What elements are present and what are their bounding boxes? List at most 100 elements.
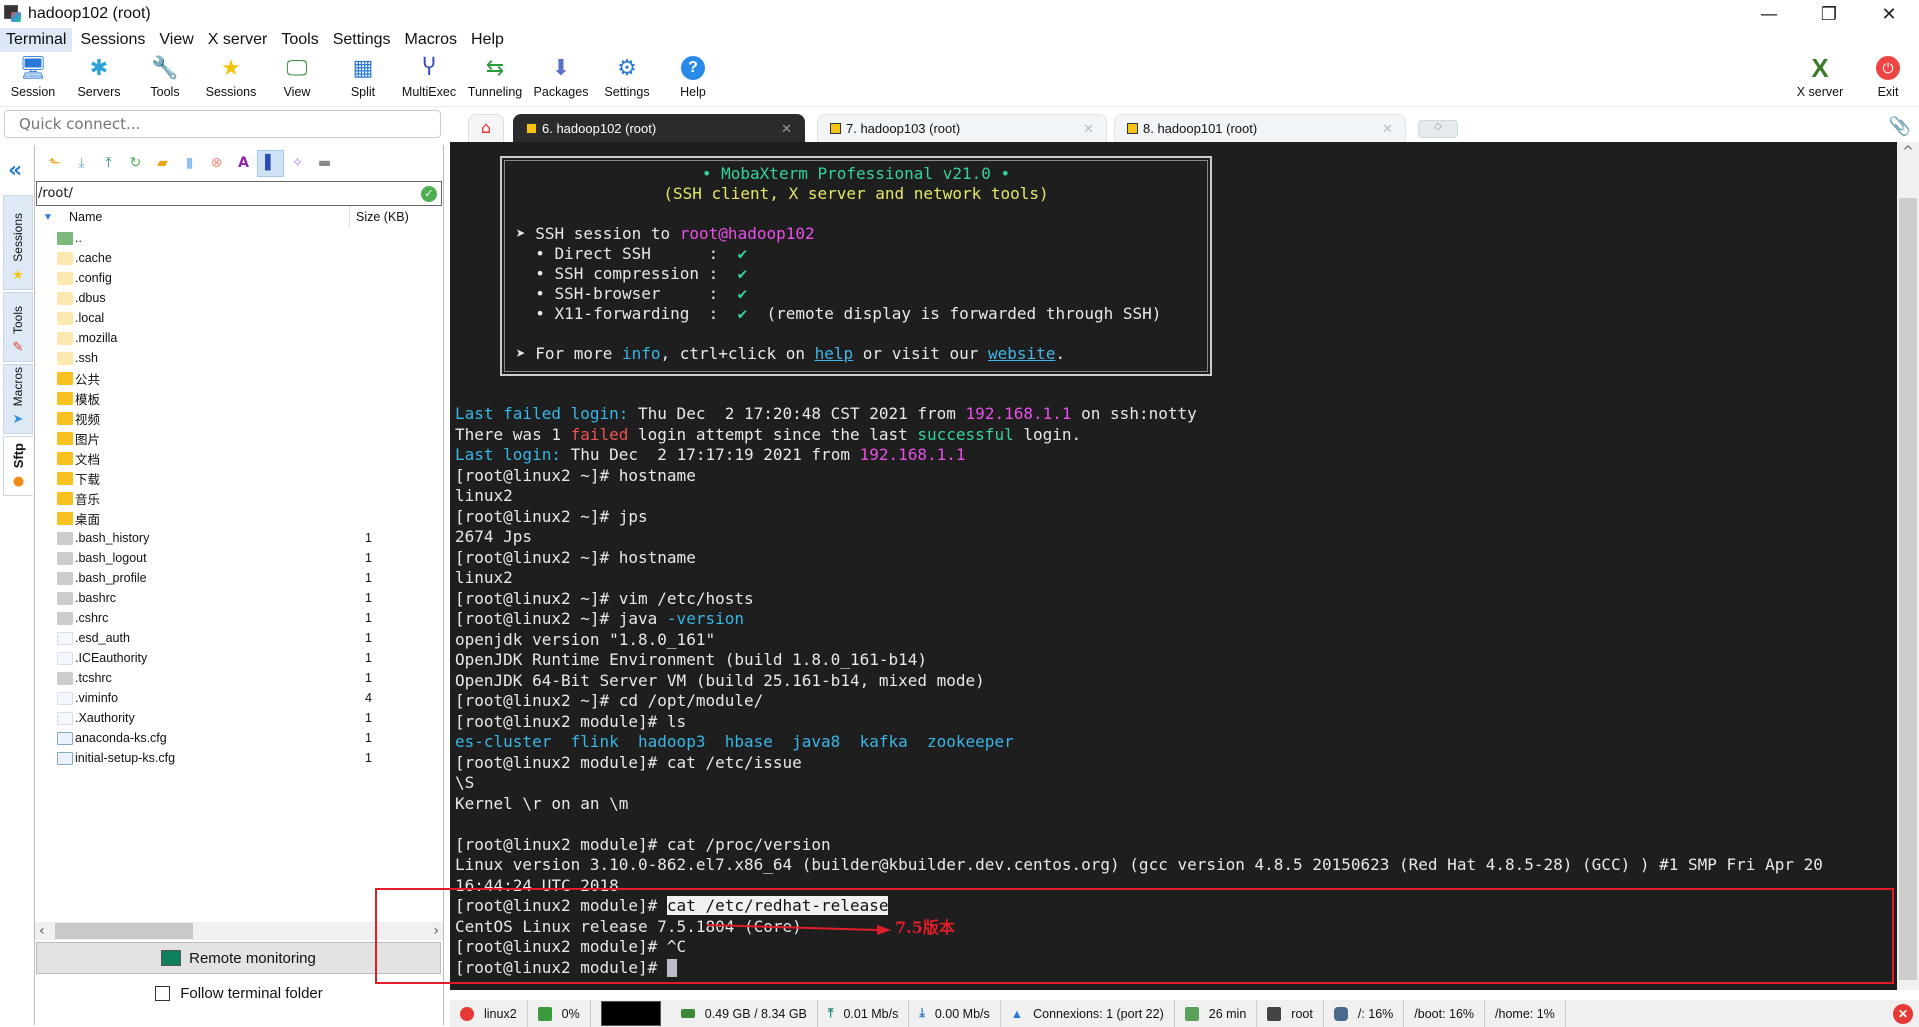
tab-hadoop101[interactable]: 8. hadoop101 (root) ✕	[1114, 114, 1406, 142]
file-row[interactable]: .dbus	[35, 288, 443, 308]
minimize-button[interactable]: —	[1739, 0, 1799, 28]
close-button[interactable]: ✕	[1859, 0, 1919, 28]
file-row[interactable]: .bash_logout 1	[35, 548, 443, 568]
file-row[interactable]: .mozilla	[35, 328, 443, 348]
column-size[interactable]: Size (KB)	[349, 206, 409, 228]
terminal-scrollbar[interactable]: ^	[1897, 142, 1919, 990]
file-row[interactable]: .local	[35, 308, 443, 328]
delete-icon[interactable]: ⊗	[203, 150, 230, 177]
sort-arrow-icon[interactable]: ▼	[43, 212, 55, 223]
help-button[interactable]: ? Help	[660, 53, 726, 106]
tab-close-icon[interactable]: ✕	[1083, 121, 1094, 137]
file-row[interactable]: 音乐	[35, 488, 443, 508]
column-name[interactable]: Name	[69, 210, 349, 224]
menu-view[interactable]: View	[153, 28, 199, 52]
menu-macros[interactable]: Macros	[399, 28, 463, 52]
sftp-path-field[interactable]: /root/✓	[36, 181, 442, 206]
file-row[interactable]: .viminfo 4	[35, 688, 443, 708]
file-row[interactable]: .tcshrc 1	[35, 668, 443, 688]
file-row[interactable]: .ssh	[35, 348, 443, 368]
refresh-icon[interactable]: ↻	[122, 150, 149, 177]
file-row[interactable]: .bash_history 1	[35, 528, 443, 548]
tools-button[interactable]: 🔧 Tools	[132, 53, 198, 106]
menu-help[interactable]: Help	[465, 28, 510, 52]
session-button[interactable]: 🖥 Session	[0, 53, 66, 106]
file-row[interactable]: 公共	[35, 368, 443, 388]
help-link[interactable]: help	[815, 344, 854, 363]
download-icon[interactable]: ⤓	[68, 150, 95, 177]
scroll-left-icon[interactable]: ‹	[39, 923, 45, 939]
file-row[interactable]: 文档	[35, 448, 443, 468]
side-tab-macros[interactable]: Macros ➤	[3, 364, 33, 434]
home-tab-icon[interactable]: ⌂	[468, 114, 504, 142]
file-row[interactable]: .cshrc 1	[35, 608, 443, 628]
scroll-right-icon[interactable]: ›	[433, 923, 439, 939]
tab-hadoop103[interactable]: 7. hadoop103 (root) ✕	[817, 114, 1107, 142]
website-link[interactable]: website	[988, 344, 1055, 363]
paperclip-icon[interactable]: 📎	[1889, 116, 1911, 137]
file-icon	[57, 571, 73, 585]
restore-button[interactable]: ❐	[1799, 0, 1859, 28]
horizontal-scrollbar[interactable]: ‹ ›	[35, 922, 443, 940]
magic-wand-icon[interactable]: ✧	[284, 150, 311, 177]
menu-sessions[interactable]: Sessions	[74, 28, 151, 52]
menu-tools[interactable]: Tools	[275, 28, 324, 52]
file-row[interactable]: ..	[35, 228, 443, 248]
menu-settings[interactable]: Settings	[327, 28, 397, 52]
quick-connect-input[interactable]	[4, 110, 441, 138]
file-row[interactable]: initial-setup-ks.cfg 1	[35, 748, 443, 768]
servers-button[interactable]: ✱ Servers	[66, 53, 132, 106]
split-button[interactable]: ▦ Split	[330, 53, 396, 106]
menu-x-server[interactable]: X server	[202, 28, 274, 52]
path-ok-icon[interactable]: ✓	[421, 186, 437, 202]
file-row[interactable]: 下载	[35, 468, 443, 488]
folder-icon	[57, 471, 73, 485]
tunneling-button[interactable]: ⇆ Tunneling	[462, 53, 528, 106]
scroll-thumb[interactable]	[55, 923, 193, 939]
terminal-icon[interactable]: ▬	[311, 150, 338, 177]
file-row[interactable]: 图片	[35, 428, 443, 448]
multiexec-button[interactable]: Ⴤ MultiExec	[396, 53, 462, 106]
follow-checkbox[interactable]	[155, 986, 171, 1001]
monitor-icon	[161, 950, 182, 966]
file-row[interactable]: 桌面	[35, 508, 443, 528]
scroll-thumb[interactable]	[1899, 198, 1917, 980]
file-row[interactable]: .config	[35, 268, 443, 288]
packages-button[interactable]: ⬇ Packages	[528, 53, 594, 106]
close-session-icon[interactable]: ✕	[1893, 1004, 1913, 1024]
terminal[interactable]: • MobaXterm Professional v21.0 • (SSH cl…	[450, 142, 1897, 990]
file-row[interactable]: .esd_auth 1	[35, 628, 443, 648]
file-row[interactable]: 视频	[35, 408, 443, 428]
scroll-up-icon[interactable]: ^	[1902, 144, 1914, 160]
new-file-icon[interactable]: ▮	[176, 150, 203, 177]
file-row[interactable]: .ICEauthority 1	[35, 648, 443, 668]
info-link[interactable]: info	[622, 344, 661, 363]
side-tab-tools[interactable]: Tools ✎	[3, 292, 33, 362]
file-row[interactable]: .bashrc 1	[35, 588, 443, 608]
remote-monitoring-button[interactable]: Remote monitoring	[36, 942, 441, 974]
parent-folder-icon[interactable]: ⬑	[41, 150, 68, 177]
new-folder-icon[interactable]: ▰	[149, 150, 176, 177]
sessions-button[interactable]: ★ Sessions	[198, 53, 264, 106]
rename-icon[interactable]: A	[230, 150, 257, 177]
file-row[interactable]: .bash_profile 1	[35, 568, 443, 588]
view-button[interactable]: 🖵 View	[264, 53, 330, 106]
file-row[interactable]: anaconda-ks.cfg 1	[35, 728, 443, 748]
menu-terminal[interactable]: Terminal	[0, 28, 73, 52]
side-tab-sessions[interactable]: Sessions ★	[3, 195, 33, 290]
file-row[interactable]: .Xauthority 1	[35, 708, 443, 728]
tab-hadoop102[interactable]: 6. hadoop102 (root) ✕	[513, 114, 805, 142]
follow-terminal-folder[interactable]: Follow terminal folder	[35, 985, 443, 1002]
upload-icon[interactable]: ⤒	[95, 150, 122, 177]
toggle-hidden-icon[interactable]: ▌	[257, 149, 284, 177]
file-row[interactable]: .cache	[35, 248, 443, 268]
new-tab-button[interactable]: ◇	[1418, 120, 1458, 138]
side-tab-sftp[interactable]: Sftp ●	[3, 436, 33, 496]
settings-button[interactable]: ⚙ Settings	[594, 53, 660, 106]
tab-close-icon[interactable]: ✕	[781, 121, 792, 137]
collapse-sidebar-icon[interactable]: «	[8, 158, 22, 183]
file-row[interactable]: 模板	[35, 388, 443, 408]
tab-close-icon[interactable]: ✕	[1382, 121, 1393, 137]
x-server-button[interactable]: XX server	[1783, 53, 1857, 100]
exit-button[interactable]: ⏻ Exit	[1857, 53, 1919, 99]
